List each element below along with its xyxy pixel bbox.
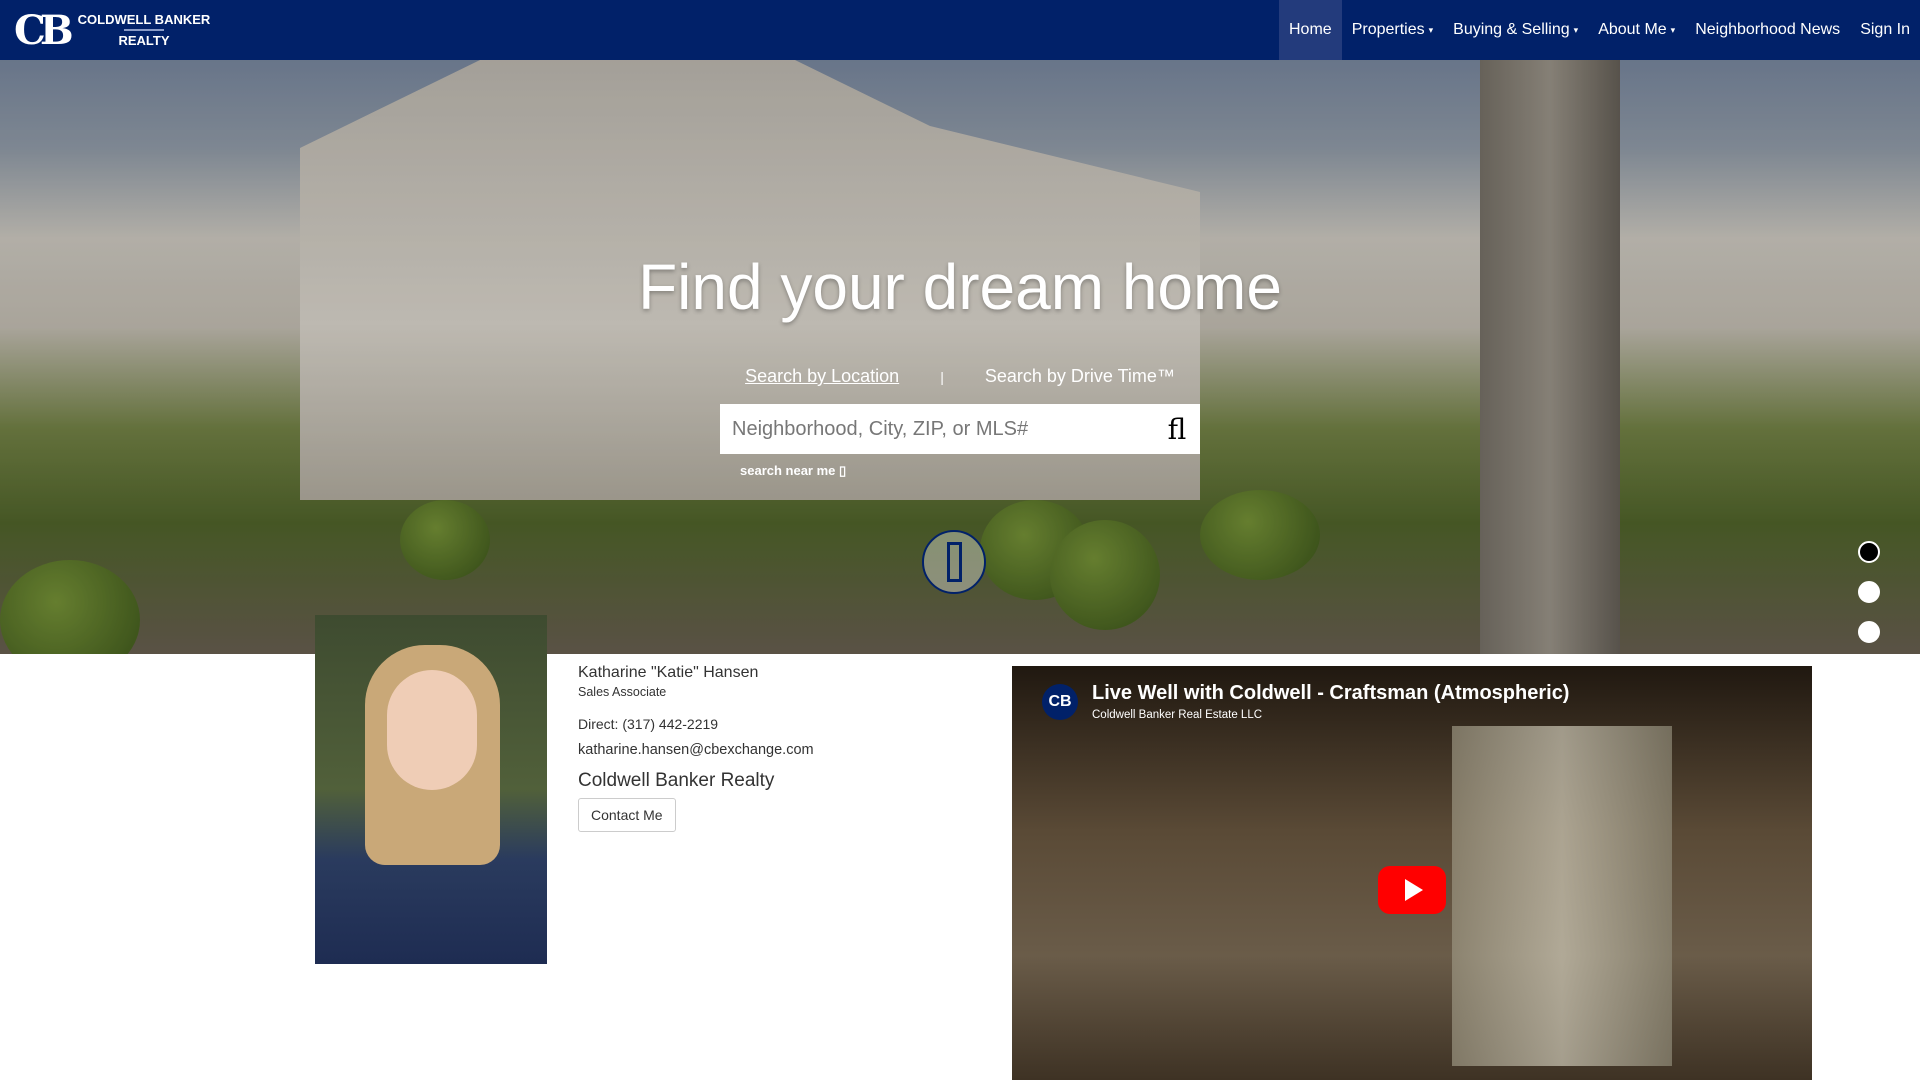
slide-dot-3[interactable] (1858, 621, 1880, 643)
top-navbar: CB COLDWELL BANKER REALTY Home Properties… (0, 0, 1920, 60)
nav-sign-in[interactable]: Sign In (1850, 0, 1920, 60)
nav-neighborhood-news[interactable]: Neighborhood News (1685, 0, 1850, 60)
channel-logo[interactable]: CB (1042, 683, 1078, 720)
slide-dot-2[interactable] (1858, 581, 1880, 603)
agent-title: Sales Associate (578, 685, 667, 699)
play-button[interactable] (1378, 866, 1446, 914)
cb-logo-mark: CB (14, 6, 74, 54)
video-player[interactable]: CB Live Well with Coldwell - Craftsman (… (1012, 666, 1812, 1080)
slide-indicators (1858, 541, 1880, 661)
agent-company: Coldwell Banker Realty (578, 770, 775, 791)
hero-title: Find your dream home (638, 251, 1282, 323)
contact-me-button[interactable]: Contact Me (578, 798, 676, 832)
nav-about-me[interactable]: About Me ▾ (1588, 0, 1685, 60)
search-near-me-link[interactable]: search near me ▯ (740, 463, 846, 479)
play-icon (1405, 879, 1423, 901)
agent-name: Katharine "Katie" Hansen (578, 664, 759, 681)
video-channel: Coldwell Banker Real Estate LLC (1092, 709, 1263, 721)
agent-email[interactable]: katharine.hansen@cbexchange.com (578, 742, 814, 758)
scroll-down-button[interactable] (922, 530, 986, 594)
logo-text: COLDWELL BANKER (77, 12, 211, 27)
agent-photo (315, 615, 547, 964)
slide-dot-1[interactable] (1858, 541, 1880, 563)
logo-subtext: REALTY (118, 33, 170, 48)
caret-down-icon: ▾ (1428, 24, 1434, 35)
caret-down-icon: ▾ (1573, 24, 1579, 35)
scroll-down-icon (946, 542, 962, 582)
tab-separator: | (940, 369, 944, 385)
tab-search-by-location[interactable]: Search by Location (745, 366, 899, 386)
tab-search-by-drive-time[interactable]: Search by Drive Time™ (985, 366, 1175, 386)
coldwell-banker-logo[interactable]: CB COLDWELL BANKER REALTY (14, 5, 210, 55)
search-icon[interactable]: fl (1154, 413, 1200, 446)
nav-properties[interactable]: Properties ▾ (1342, 0, 1443, 60)
video-title[interactable]: Live Well with Coldwell - Craftsman (Atm… (1092, 682, 1569, 705)
nav-home[interactable]: Home (1279, 0, 1342, 60)
caret-down-icon: ▾ (1670, 24, 1676, 35)
agent-phone[interactable]: Direct: (317) 442-2219 (578, 716, 814, 732)
search-box: fl (720, 404, 1200, 454)
nav-buying-selling[interactable]: Buying & Selling ▾ (1443, 0, 1588, 60)
search-input[interactable] (720, 404, 1154, 454)
agent-info: Katharine "Katie" Hansen Sales Associate… (578, 664, 814, 832)
